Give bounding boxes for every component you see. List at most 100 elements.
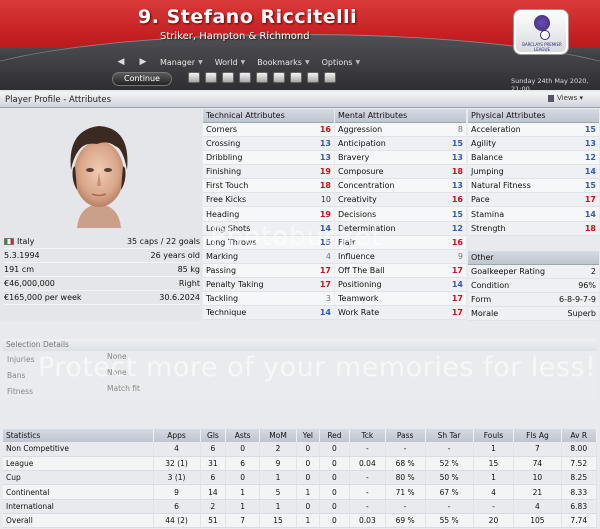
world-icon[interactable] [324,72,336,83]
attribute-row[interactable]: Finishing 19 [203,165,334,180]
attribute-name: Penalty Taking [206,279,264,289]
continue-button[interactable]: Continue [112,72,172,86]
attribute-row[interactable]: Aggression 8 [335,123,466,138]
nation-cell: Italy [4,237,34,246]
attribute-value: 10 [320,195,331,205]
tactics-icon[interactable] [256,72,268,83]
menu-options[interactable]: Options ▼ [322,58,361,67]
table-row[interactable]: Cup 3 (1) 6 0 1 0 0-80 % 50 % 1 10 8.25 [3,470,598,486]
club-icon[interactable] [307,72,319,83]
column-header[interactable]: Yel [296,429,320,442]
lion-icon [534,15,550,31]
inbox-icon[interactable] [205,72,217,83]
attribute-row[interactable]: Concentration 13 [335,179,466,194]
column-header[interactable]: Red [319,429,351,442]
menu-manager[interactable]: Manager ▼ [160,58,203,67]
column-header[interactable]: Av R [561,429,598,442]
table-row[interactable]: Non Competitive 4 6 0 2 0 0- - -1 7 8.00 [3,442,598,457]
table-cell: 50 % [425,470,474,486]
attribute-row[interactable]: Free Kicks 10 [203,193,334,208]
physical-attributes: Physical Attributes Acceleration 15 Agilit… [468,109,599,236]
column-header[interactable]: Gls [200,429,227,442]
attribute-name: Composure [338,167,384,177]
attribute-row[interactable]: Crossing 13 [203,137,334,152]
training-icon[interactable] [273,72,285,83]
attribute-row[interactable]: Balance 12 [468,151,599,166]
table-cell: 0 [319,470,351,486]
attribute-row[interactable]: Work Rate 17 [335,306,466,321]
table-cell: 68 % [385,456,426,472]
league-badge-icon[interactable]: BARCLAYS PREMIER LEAGUE [513,9,569,55]
attribute-row[interactable]: Passing 17 [203,263,334,278]
column-header[interactable]: Pass [385,429,426,442]
attribute-row[interactable]: Jumping 14 [468,165,599,180]
column-header[interactable]: Statistics [3,429,154,442]
table-row[interactable]: Continental 9 14 1 5 1 0-71 % 67 % 4 21 8.33 [3,484,598,500]
attribute-value: 13 [319,139,331,149]
attribute-row[interactable]: Bravery 13 [335,151,466,166]
badge-text: BARCLAYS PREMIER LEAGUE [522,42,562,52]
table-cell: - [349,484,386,500]
home-icon[interactable] [188,72,200,83]
attribute-row[interactable]: Tackling 3 [203,291,334,307]
table-cell: 8.25 [561,470,598,486]
table-cell: 1 [225,499,261,514]
table-cell: 0 [296,456,320,472]
column-header[interactable]: Apps [153,429,201,442]
attribute-row[interactable]: Acceleration 15 [468,123,599,138]
attribute-value: 14 [584,167,596,177]
attribute-name: Bravery [338,153,370,163]
attribute-row[interactable]: Off The Ball 17 [335,263,466,278]
nation-row: Italy 35 caps / 22 goals [4,235,200,249]
attribute-row[interactable]: Heading 19 [203,207,334,222]
attribute-row[interactable]: Stamina 14 [468,207,599,222]
other-row: Form 6-8-9-7-9 [468,293,599,307]
attribute-row[interactable]: Dribbling 13 [203,151,334,166]
technical-header: Technical Attributes [203,109,334,123]
attribute-row[interactable]: Anticipation 15 [335,137,466,152]
table-row[interactable]: League 32 (1) 31 6 9 0 0 0.04 68 % 52 % 15 74 7.52 [3,456,598,472]
back-arrow-icon[interactable]: ◀ [110,57,132,67]
menu-bookmarks[interactable]: Bookmarks ▼ [257,58,309,67]
table-row[interactable]: Overall 44 (2) 51 7 15 1 0 0.03 69 % 55 % 20 105 7.7… [3,513,598,529]
column-header[interactable]: Asts [225,429,261,442]
column-header[interactable]: Tck [349,429,386,442]
attribute-row[interactable]: First Touch 18 [203,179,334,194]
attribute-row[interactable]: Teamwork 17 [335,291,466,307]
attribute-row[interactable]: Penalty Taking 17 [203,278,334,292]
column-header[interactable]: Sh Tar [425,429,474,442]
table-cell: 105 [513,513,562,529]
table-cell: 0 [225,442,261,457]
views-button[interactable]: Views ▾ [548,94,588,105]
attribute-value: 17 [584,195,596,205]
table-cell: 14 [200,484,227,500]
column-header[interactable]: Fls Ag [513,429,562,442]
table-row[interactable]: International 6 2 1 1 0 0- - - -4 6.83 [3,499,598,514]
table-cell: 32 (1) [153,456,201,472]
attribute-row[interactable]: Pace 17 [468,193,599,208]
attribute-value: 16 [451,195,463,205]
forward-arrow-icon[interactable]: ▶ [132,57,154,67]
calendar-icon[interactable] [222,72,234,83]
attribute-row[interactable]: Agility 13 [468,137,599,152]
statistics-header-row: Statistics Apps Gls Asts MoM Yel Red Tck Pass Sh … [3,429,598,442]
squad-icon[interactable] [239,72,251,83]
attribute-row[interactable]: Corners 16 [203,123,334,138]
attribute-row[interactable]: Natural Fitness 15 [468,179,599,194]
attribute-row[interactable]: Composure 18 [335,165,466,180]
attribute-row[interactable]: Decisions 15 [335,207,466,222]
attribute-row[interactable]: Creativity 16 [335,193,466,208]
nation-label[interactable]: Italy [17,237,34,246]
column-header[interactable]: MoM [259,429,298,442]
attribute-row[interactable]: Positioning 14 [335,278,466,292]
statistics-body: Non Competitive 4 6 0 2 0 0- - -1 7 8.00 League 32 (… [3,442,598,529]
other-name: Condition [471,281,510,290]
attribute-row[interactable]: Technique 14 [203,306,334,321]
menu-world[interactable]: World ▼ [215,58,246,67]
panel-title: Player Profile - Attributes [5,95,112,105]
player-profile: Italy 35 caps / 22 goals 5.3.1994 26 yea… [0,109,202,321]
table-cell: 31 [200,456,227,472]
finances-icon[interactable] [290,72,302,83]
attribute-row[interactable]: Strength 18 [468,222,599,236]
column-header[interactable]: Fouls [473,429,515,442]
